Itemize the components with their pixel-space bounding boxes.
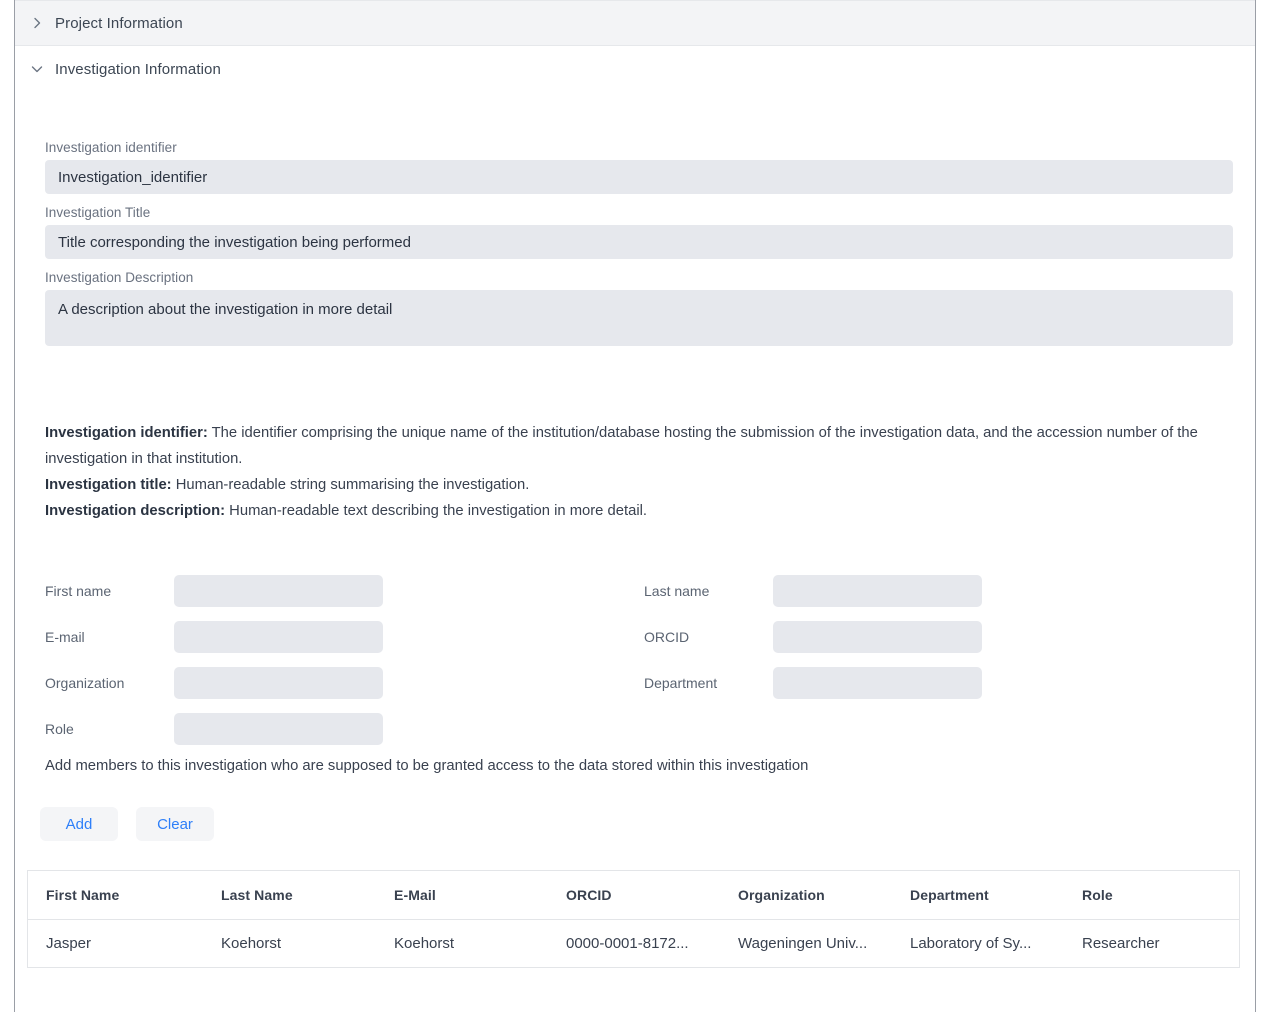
help-text-block: Investigation identifier: The identifier…: [15, 420, 1255, 524]
member-entry-form: First name E-mail Organization Role Last…: [15, 568, 1255, 752]
cell-email: Koehorst: [376, 919, 548, 968]
member-field-role: Role: [45, 706, 383, 752]
label-organization: Organization: [45, 675, 125, 691]
member-form-buttons: Add Clear: [15, 807, 1255, 841]
cell-department: Laboratory of Sy...: [892, 919, 1064, 968]
field-investigation-description: Investigation Description: [15, 270, 1255, 346]
add-member-button[interactable]: Add: [40, 807, 118, 841]
help-line-identifier: Investigation identifier: The identifier…: [45, 420, 1215, 472]
accordion-header-project-information[interactable]: Project Information: [15, 0, 1255, 46]
column-header-orcid[interactable]: ORCID: [548, 871, 720, 920]
input-investigation-description[interactable]: [45, 290, 1233, 346]
member-field-first-name: First name: [45, 568, 383, 614]
column-header-email[interactable]: E-Mail: [376, 871, 548, 920]
page-root: Project Information Investigation Inform…: [0, 0, 1288, 1012]
column-header-department[interactable]: Department: [892, 871, 1064, 920]
help-body-title: Human-readable string summarising the in…: [171, 477, 530, 493]
label-investigation-description: Investigation Description: [45, 270, 194, 285]
accordion-header-investigation-information[interactable]: Investigation Information: [15, 46, 1255, 92]
members-table-wrapper: First Name Last Name E-Mail ORCID Organi…: [27, 870, 1240, 968]
label-first-name: First name: [45, 583, 112, 599]
help-body-identifier: The identifier comprising the unique nam…: [45, 425, 1198, 467]
label-orcid: ORCID: [644, 629, 690, 645]
label-investigation-title: Investigation Title: [45, 205, 151, 220]
help-term-title: Investigation title:: [45, 477, 172, 493]
input-email[interactable]: [174, 621, 383, 653]
member-field-last-name: Last name: [644, 568, 982, 614]
help-term-identifier: Investigation identifier:: [45, 425, 208, 441]
cell-orcid: 0000-0001-8172...: [548, 919, 720, 968]
input-department[interactable]: [773, 667, 982, 699]
input-investigation-title[interactable]: [45, 225, 1233, 259]
cell-organization: Wageningen Univ...: [720, 919, 892, 968]
member-field-department: Department: [644, 660, 982, 706]
content-panel: Project Information Investigation Inform…: [14, 0, 1256, 1012]
label-email: E-mail: [45, 629, 85, 645]
cell-role: Researcher: [1064, 919, 1239, 968]
chevron-down-icon: [28, 60, 46, 78]
column-header-organization[interactable]: Organization: [720, 871, 892, 920]
accordion-title-project-information: Project Information: [55, 14, 183, 32]
investigation-section-body: Investigation identifier Investigation T…: [15, 140, 1255, 968]
cell-last-name: Koehorst: [203, 919, 376, 968]
label-investigation-identifier: Investigation identifier: [45, 140, 177, 155]
help-line-description: Investigation description: Human-readabl…: [45, 498, 1215, 524]
field-investigation-identifier: Investigation identifier: [15, 140, 1255, 194]
help-body-description: Human-readable text describing the inves…: [225, 503, 648, 519]
member-field-email: E-mail: [45, 614, 383, 660]
member-field-orcid: ORCID: [644, 614, 982, 660]
cell-first-name: Jasper: [28, 919, 203, 968]
clear-member-button[interactable]: Clear: [136, 807, 214, 841]
table-row[interactable]: Jasper Koehorst Koehorst 0000-0001-8172.…: [28, 919, 1239, 968]
label-last-name: Last name: [644, 583, 710, 599]
input-orcid[interactable]: [773, 621, 982, 653]
chevron-right-icon: [28, 14, 46, 32]
members-table-body: Jasper Koehorst Koehorst 0000-0001-8172.…: [28, 919, 1239, 968]
input-organization[interactable]: [174, 667, 383, 699]
member-fields-right-column: Last name ORCID Department: [644, 568, 982, 706]
members-table-head: First Name Last Name E-Mail ORCID Organi…: [28, 871, 1239, 920]
column-header-role[interactable]: Role: [1064, 871, 1239, 920]
input-role[interactable]: [174, 713, 383, 745]
members-table: First Name Last Name E-Mail ORCID Organi…: [28, 871, 1239, 968]
help-term-description: Investigation description:: [45, 503, 226, 519]
label-role: Role: [45, 721, 74, 737]
column-header-first-name[interactable]: First Name: [28, 871, 203, 920]
field-investigation-title: Investigation Title: [15, 205, 1255, 259]
member-form-note: Add members to this investigation who ar…: [45, 758, 809, 774]
column-header-last-name[interactable]: Last Name: [203, 871, 376, 920]
accordion-title-investigation-information: Investigation Information: [55, 60, 221, 78]
input-last-name[interactable]: [773, 575, 982, 607]
members-table-header-row: First Name Last Name E-Mail ORCID Organi…: [28, 871, 1239, 920]
input-investigation-identifier[interactable]: [45, 160, 1233, 194]
member-field-organization: Organization: [45, 660, 383, 706]
label-department: Department: [644, 675, 718, 691]
member-fields-left-column: First name E-mail Organization Role: [45, 568, 383, 752]
help-line-title: Investigation title: Human-readable stri…: [45, 472, 1215, 498]
input-first-name[interactable]: [174, 575, 383, 607]
